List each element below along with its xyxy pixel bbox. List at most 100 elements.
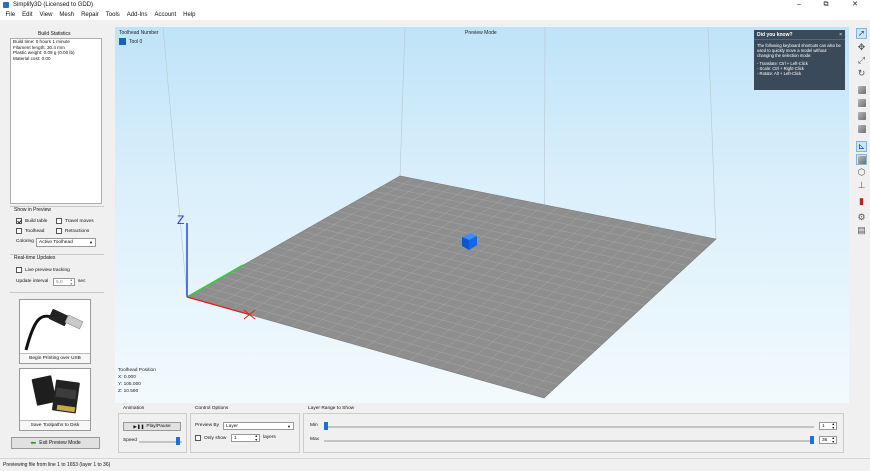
only-show-label: Only show [204, 435, 227, 441]
menu-repair[interactable]: Repair [78, 12, 103, 18]
layers-view-icon[interactable]: ▤ [856, 225, 867, 236]
interval-value: 5.0 [56, 279, 63, 285]
close-icon[interactable]: × [839, 30, 842, 40]
close-button[interactable]: ✕ [846, 0, 864, 10]
cross-section-icon[interactable]: ⊥ [856, 180, 867, 191]
only-show-layers-input[interactable]: 1 ▲ ▼ [231, 434, 260, 442]
pos-x: X: 0.000 [118, 375, 136, 380]
preview-by-label: Preview By [195, 423, 219, 428]
menu-account[interactable]: Account [151, 12, 180, 18]
interval-label: Update interval [16, 279, 49, 284]
retractions-checkbox[interactable]: Retractions [56, 228, 89, 234]
toolhead-checkbox[interactable]: Toolhead [16, 228, 44, 234]
left-panel: Build Statistics Build time: 0 hours 1 m… [0, 24, 114, 456]
preview-mode-title: Preview Mode [465, 30, 497, 36]
select-tool-icon[interactable]: ➚ [856, 28, 867, 39]
coloring-value: Active Toolhead [39, 240, 73, 245]
min-layer-input[interactable]: 1 ▲ ▼ [819, 422, 837, 430]
chevron-down-icon: ▼ [89, 240, 93, 245]
toolhead-position-label: Toolhead Position [118, 368, 156, 373]
layers-label: layers [263, 435, 276, 440]
3d-viewport[interactable]: Z Toolhead Number Tool 0 Preview Mode To… [115, 27, 849, 403]
view-right-icon[interactable] [856, 123, 867, 134]
pos-z: Z: 10.590 [118, 389, 139, 394]
save-to-disk-label: Save Toolpaths to Disk [20, 420, 90, 430]
tool0-color-swatch [119, 38, 126, 45]
did-you-know-tip: Did you know? × The following keyboard sh… [754, 30, 845, 90]
menu-mesh[interactable]: Mesh [56, 12, 78, 18]
view-front-icon[interactable] [856, 110, 867, 121]
usb-print-button[interactable]: Begin Printing over USB [19, 299, 91, 364]
only-show-value: 1 [234, 435, 237, 441]
build-table-label: Build table [25, 218, 48, 224]
maximize-button[interactable]: ⧉ [817, 0, 835, 10]
menu-file[interactable]: File [2, 12, 19, 18]
control-options-group: Control Options Preview By Layer ▼ Only s… [190, 406, 300, 453]
exit-preview-button[interactable]: ⬅ Exit Preview Mode [11, 437, 100, 449]
min-layer-slider-track[interactable] [324, 426, 814, 428]
support-icon[interactable]: ▮ [856, 196, 867, 207]
animation-title: Animation [122, 406, 146, 411]
retractions-label: Retractions [65, 228, 90, 234]
play-pause-label: Play/Pause [146, 424, 171, 429]
interval-unit: sec [78, 279, 86, 284]
preview-by-select[interactable]: Layer ▼ [223, 422, 294, 430]
title-bar: Simplify3D (Licensed to GDD) – ⧉ ✕ [0, 0, 870, 10]
move-tool-icon[interactable]: ✥ [856, 42, 867, 53]
tip-body: The following keyboard shortcuts can als… [757, 43, 841, 58]
realtime-title: Real-time Updates [14, 255, 56, 261]
menu-view[interactable]: View [36, 12, 56, 18]
tip-title: Did you know? [757, 32, 793, 38]
minimize-button[interactable]: – [790, 0, 808, 10]
min-layer-value: 1 [822, 423, 825, 429]
max-layer-value: 36 [822, 437, 828, 443]
pos-y: Y: 105.000 [118, 382, 141, 387]
preview-by-value: Layer [226, 423, 238, 429]
only-show-checkbox[interactable]: Only show [195, 435, 226, 441]
max-label: Max [310, 437, 320, 442]
build-volume-scene [162, 27, 717, 399]
build-stats-title: Build Statistics [38, 31, 71, 37]
usb-cable-icon [24, 308, 84, 351]
build-table-checkbox[interactable]: Build table [16, 218, 47, 224]
coloring-select[interactable]: Active Toolhead ▼ [36, 238, 96, 247]
max-layer-input[interactable]: 36 ▲ ▼ [819, 436, 837, 444]
menu-help[interactable]: Help [180, 12, 199, 18]
min-label: Min [310, 423, 318, 428]
settings-gear-icon[interactable]: ⚙ [856, 212, 867, 223]
menu-addins[interactable]: Add-Ins [123, 12, 151, 18]
wireframe-view-icon[interactable]: ⬡ [856, 167, 867, 178]
speed-slider-thumb[interactable] [176, 437, 181, 445]
exit-preview-label: Exit Preview Mode [39, 440, 81, 446]
live-preview-label: Live preview tracking [25, 267, 70, 273]
live-preview-checkbox[interactable]: Live preview tracking [16, 267, 70, 273]
usb-print-label: Begin Printing over USB [20, 353, 90, 363]
axes-toggle-icon[interactable]: ⊾ [856, 141, 867, 152]
spin-arrows-icon: ▲ ▼ [831, 422, 835, 430]
window-title: Simplify3D (Licensed to GDD) [13, 2, 94, 8]
status-bar: Previewing file from line 1 to 1653 (lay… [0, 458, 870, 471]
min-layer-slider-thumb[interactable] [324, 422, 328, 430]
play-pause-button[interactable]: ▶❚❚ Play/Pause [123, 422, 181, 431]
interval-input[interactable]: 5.0 ▲ ▼ [53, 278, 75, 286]
app-icon [3, 2, 9, 8]
travel-moves-checkbox[interactable]: Travel moves [56, 218, 94, 224]
toolhead-label: Toolhead [25, 228, 45, 234]
rotate-tool-icon[interactable]: ↻ [856, 68, 867, 79]
menu-tools[interactable]: Tools [102, 12, 123, 18]
tool0-label: Tool 0 [129, 39, 143, 45]
scale-tool-icon[interactable]: ⤢ [856, 55, 867, 66]
coloring-label: Coloring [16, 239, 34, 244]
max-layer-slider-track[interactable] [324, 440, 814, 442]
chevron-down-icon: ▼ [287, 424, 291, 429]
back-arrow-icon: ⬅ [30, 440, 37, 447]
menu-edit[interactable]: Edit [19, 12, 36, 18]
max-layer-slider-thumb[interactable] [810, 436, 814, 444]
show-in-preview-title: Show in Preview [14, 207, 51, 213]
solid-view-icon[interactable] [856, 154, 867, 165]
layer-range-group: Layer Range to Show Min 1 ▲ ▼ Max 36 ▲ ▼ [303, 406, 844, 453]
save-to-disk-button[interactable]: Save Toolpaths to Disk [19, 368, 91, 431]
view-top-icon[interactable] [856, 97, 867, 108]
travel-moves-label: Travel moves [65, 218, 94, 224]
view-iso-icon[interactable] [856, 84, 867, 95]
